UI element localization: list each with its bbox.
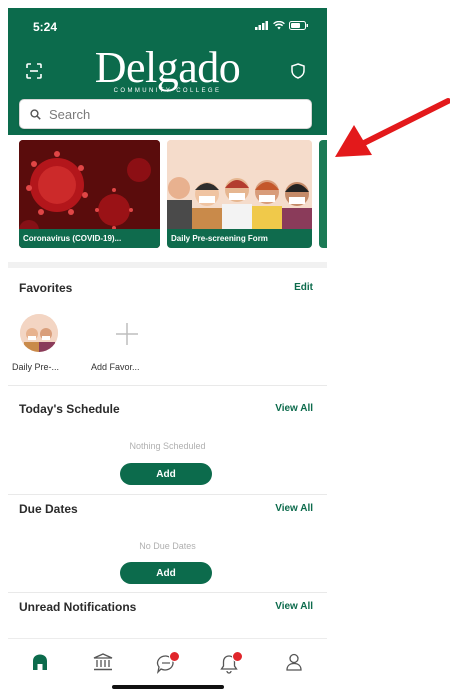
masked-people-icon [20,314,58,352]
featured-carousel[interactable]: Coronavirus (COVID-19)... Daily Pre-scre… [19,140,327,255]
notifications-title: Unread Notifications [19,600,137,614]
add-favorite-label[interactable]: Add Favor... [91,362,140,372]
chat-tab[interactable] [156,651,180,674]
add-favorite-icon[interactable] [115,322,139,346]
signal-icon [255,21,268,30]
logo-wordmark: Delgado [94,43,241,92]
schedule-view-all-link[interactable]: View All [275,403,313,414]
due-dates-empty-text: No Due Dates [139,541,196,551]
red-arrow-icon [335,98,450,157]
schedule-empty-text: Nothing Scheduled [129,441,206,451]
battery-icon [289,21,308,30]
search-bar[interactable] [19,99,312,129]
section-divider [8,592,327,593]
section-divider [8,385,327,386]
due-dates-title: Due Dates [19,502,78,516]
favorite-prescreen-avatar[interactable] [20,314,58,352]
bottom-tab-bar [8,638,327,690]
profile-icon[interactable] [285,653,303,671]
notifications-view-all-link[interactable]: View All [275,601,313,612]
card-pre-screening[interactable]: Daily Pre-screening Form [167,140,312,248]
schedule-add-button[interactable]: Add [120,463,212,485]
search-icon [30,108,41,120]
home-icon[interactable] [31,653,49,671]
favorites-edit-button[interactable]: Edit [294,282,313,293]
logo-subtitle: COMMUNITY COLLEGE [113,88,222,94]
notifications-tab[interactable] [220,651,243,674]
card-caption: Coronavirus (COVID-19)... [19,229,160,248]
due-dates-add-button[interactable]: Add [120,562,212,584]
section-divider [8,262,327,268]
bell-badge [232,651,243,662]
favorite-label: Daily Pre-... [12,362,60,372]
card-caption: Daily Pre-screening Form [167,229,312,248]
institution-icon[interactable] [93,653,113,671]
chat-badge [169,651,180,662]
schedule-title: Today's Schedule [19,402,120,416]
search-input[interactable] [47,105,281,123]
section-divider [8,494,327,495]
due-dates-view-all-link[interactable]: View All [275,503,313,514]
shield-icon[interactable] [291,63,305,79]
wifi-icon [273,21,285,30]
status-time: 5:24 [33,20,58,34]
card-next-peek[interactable] [319,140,327,248]
favorites-title: Favorites [19,281,73,295]
phone-screen: 5:24 Delgado COMMUNITY COLLEGE Search Co… [8,8,327,690]
app-header: 5:24 Delgado COMMUNITY COLLEGE [8,8,327,135]
college-logo: Delgado COMMUNITY COLLEGE [8,43,327,95]
card-coronavirus[interactable]: Coronavirus (COVID-19)... [19,140,160,248]
status-icons [255,21,309,30]
home-indicator [112,685,224,689]
